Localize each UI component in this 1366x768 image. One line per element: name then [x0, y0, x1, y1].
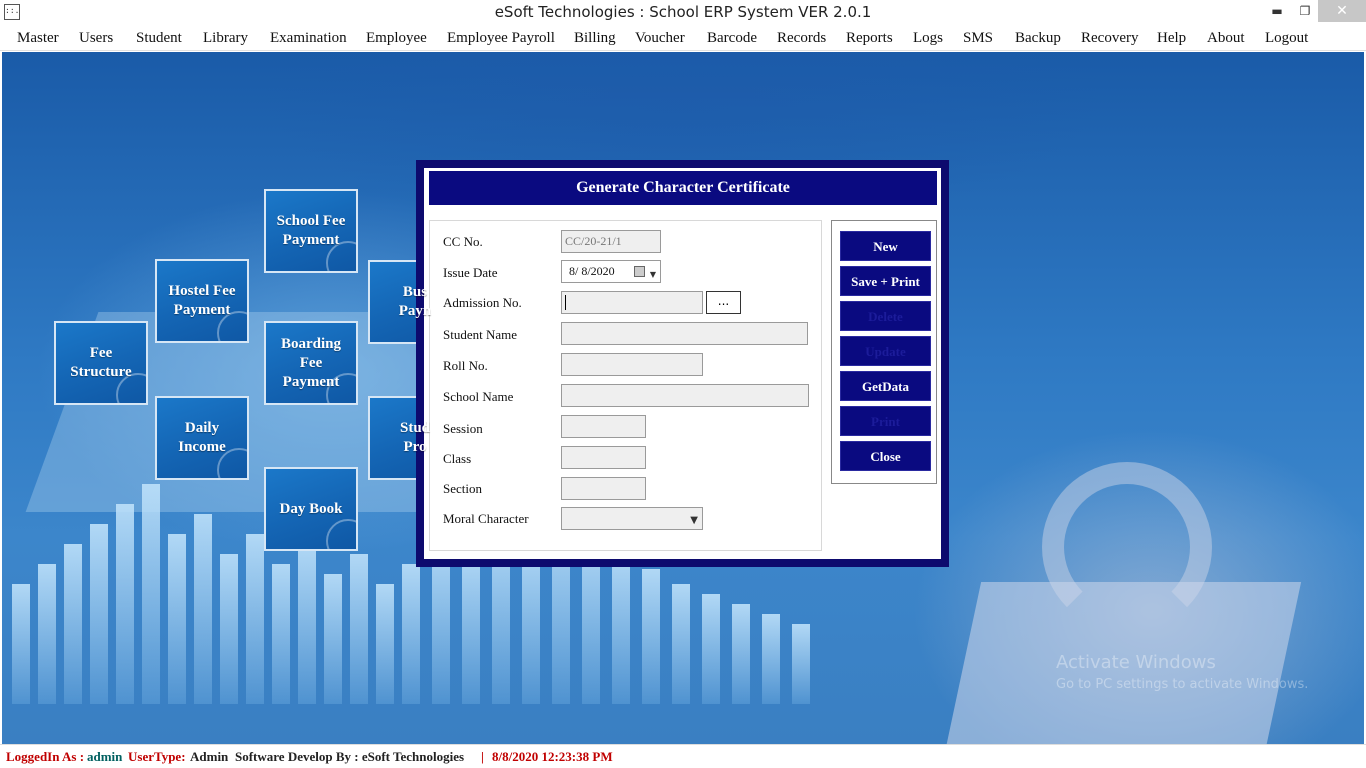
menu-barcode[interactable]: Barcode	[707, 30, 757, 47]
menu-student[interactable]: Student	[136, 30, 182, 47]
section-field[interactable]	[561, 477, 646, 500]
logged-in-label: LoggedIn As :	[6, 749, 85, 764]
issue-date-picker[interactable]: 8/ 8/2020 ▼	[561, 260, 661, 283]
action-button-panel: New Save + Print Delete Update GetData P…	[831, 220, 937, 484]
menu-logs[interactable]: Logs	[913, 30, 943, 47]
tile-label: Boarding Fee Payment	[280, 335, 341, 390]
school-name-label: School Name	[443, 389, 514, 404]
text-cursor	[565, 295, 566, 310]
update-button[interactable]: Update	[840, 336, 931, 366]
tile-label: Daily Income	[178, 420, 226, 455]
menu-employee-payroll[interactable]: Employee Payroll	[447, 30, 555, 47]
form-panel: CC No. CC/20-21/1 Issue Date 8/ 8/2020 ▼…	[429, 220, 822, 551]
tile-day-book[interactable]: Day Book	[264, 467, 358, 551]
roll-no-field[interactable]	[561, 353, 703, 376]
activate-windows-title: Activate Windows	[1056, 652, 1216, 673]
session-field[interactable]	[561, 415, 646, 438]
calendar-icon[interactable]	[634, 266, 645, 277]
session-label: Session	[443, 421, 483, 436]
menu-voucher[interactable]: Voucher	[635, 30, 685, 47]
logged-in-user: admin	[87, 749, 123, 764]
developer-credit: Software Develop By : eSoft Technologies	[235, 749, 465, 764]
moral-character-label: Moral Character	[443, 511, 529, 526]
print-button[interactable]: Print	[840, 406, 931, 436]
menu-logout[interactable]: Logout	[1265, 30, 1308, 47]
save-print-button[interactable]: Save + Print	[840, 266, 931, 296]
moral-character-select[interactable]: ▼	[561, 507, 703, 530]
menu-users[interactable]: Users	[79, 30, 113, 47]
section-label: Section	[443, 481, 482, 496]
menu-bar: Master Users Student Library Examination…	[0, 26, 1366, 51]
close-window-button[interactable]: ✕	[1318, 0, 1366, 22]
roll-no-label: Roll No.	[443, 358, 488, 373]
admission-no-field[interactable]	[561, 291, 703, 314]
student-name-field[interactable]	[561, 322, 808, 345]
admission-no-label: Admission No.	[443, 295, 522, 310]
menu-help[interactable]: Help	[1157, 30, 1186, 47]
issue-date-value: 8/ 8/2020	[569, 264, 615, 278]
delete-button[interactable]: Delete	[840, 301, 931, 331]
tile-daily-income[interactable]: Daily Income	[155, 396, 249, 480]
tile-label: Stud Pro	[399, 420, 431, 455]
tile-label: Hostel Fee Payment	[168, 283, 236, 318]
close-button[interactable]: Close	[840, 441, 931, 471]
getdata-button[interactable]: GetData	[840, 371, 931, 401]
restore-button[interactable]: ❐	[1290, 0, 1320, 22]
menu-billing[interactable]: Billing	[574, 30, 616, 47]
student-name-label: Student Name	[443, 327, 518, 342]
tile-school-fee-payment[interactable]: School Fee Payment	[264, 189, 358, 273]
cc-no-label: CC No.	[443, 234, 483, 249]
usertype-label: UserType:	[128, 749, 186, 764]
activate-windows-subtitle: Go to PC settings to activate Windows.	[1056, 677, 1309, 692]
dialog-title: Generate Character Certificate	[429, 171, 937, 205]
tile-label: School Fee Payment	[276, 213, 346, 248]
tile-hostel-fee-payment[interactable]: Hostel Fee Payment	[155, 259, 249, 343]
menu-examination[interactable]: Examination	[270, 30, 347, 47]
school-name-field[interactable]	[561, 384, 809, 407]
menu-reports[interactable]: Reports	[846, 30, 893, 47]
class-field[interactable]	[561, 446, 646, 469]
usertype-value: Admin	[190, 749, 229, 764]
menu-employee[interactable]: Employee	[366, 30, 427, 47]
menu-about[interactable]: About	[1207, 30, 1245, 47]
chevron-down-icon[interactable]: ▼	[690, 512, 698, 529]
tile-label: Day Book	[279, 500, 343, 517]
status-bar: LoggedIn As : admin UserType: Admin Soft…	[0, 744, 1366, 768]
new-button[interactable]: New	[840, 231, 931, 261]
tile-label: Fee Structure	[70, 345, 132, 380]
chevron-down-icon[interactable]: ▼	[650, 266, 656, 283]
menu-records[interactable]: Records	[777, 30, 826, 47]
admission-lookup-button[interactable]: ...	[706, 291, 741, 314]
tile-fee-structure[interactable]: Fee Structure	[54, 321, 148, 405]
minimize-button[interactable]: ▬	[1262, 0, 1292, 22]
menu-master[interactable]: Master	[17, 30, 59, 47]
character-certificate-dialog: Generate Character Certificate CC No. CC…	[416, 160, 949, 567]
dialog-body: Generate Character Certificate CC No. CC…	[424, 168, 941, 559]
menu-recovery[interactable]: Recovery	[1081, 30, 1138, 47]
title-bar: ::. eSoft Technologies : School ERP Syst…	[0, 0, 1366, 26]
menu-sms[interactable]: SMS	[963, 30, 993, 47]
window-title: eSoft Technologies : School ERP System V…	[494, 3, 872, 21]
menu-backup[interactable]: Backup	[1015, 30, 1061, 47]
cc-no-field[interactable]: CC/20-21/1	[561, 230, 661, 253]
issue-date-label: Issue Date	[443, 265, 498, 280]
menu-library[interactable]: Library	[203, 30, 248, 47]
tile-label: Bus Payn	[398, 284, 432, 319]
status-separator: |	[481, 749, 484, 764]
class-label: Class	[443, 451, 472, 466]
status-datetime: 8/8/2020 12:23:38 PM	[492, 749, 613, 764]
tile-boarding-fee-payment[interactable]: Boarding Fee Payment	[264, 321, 358, 405]
